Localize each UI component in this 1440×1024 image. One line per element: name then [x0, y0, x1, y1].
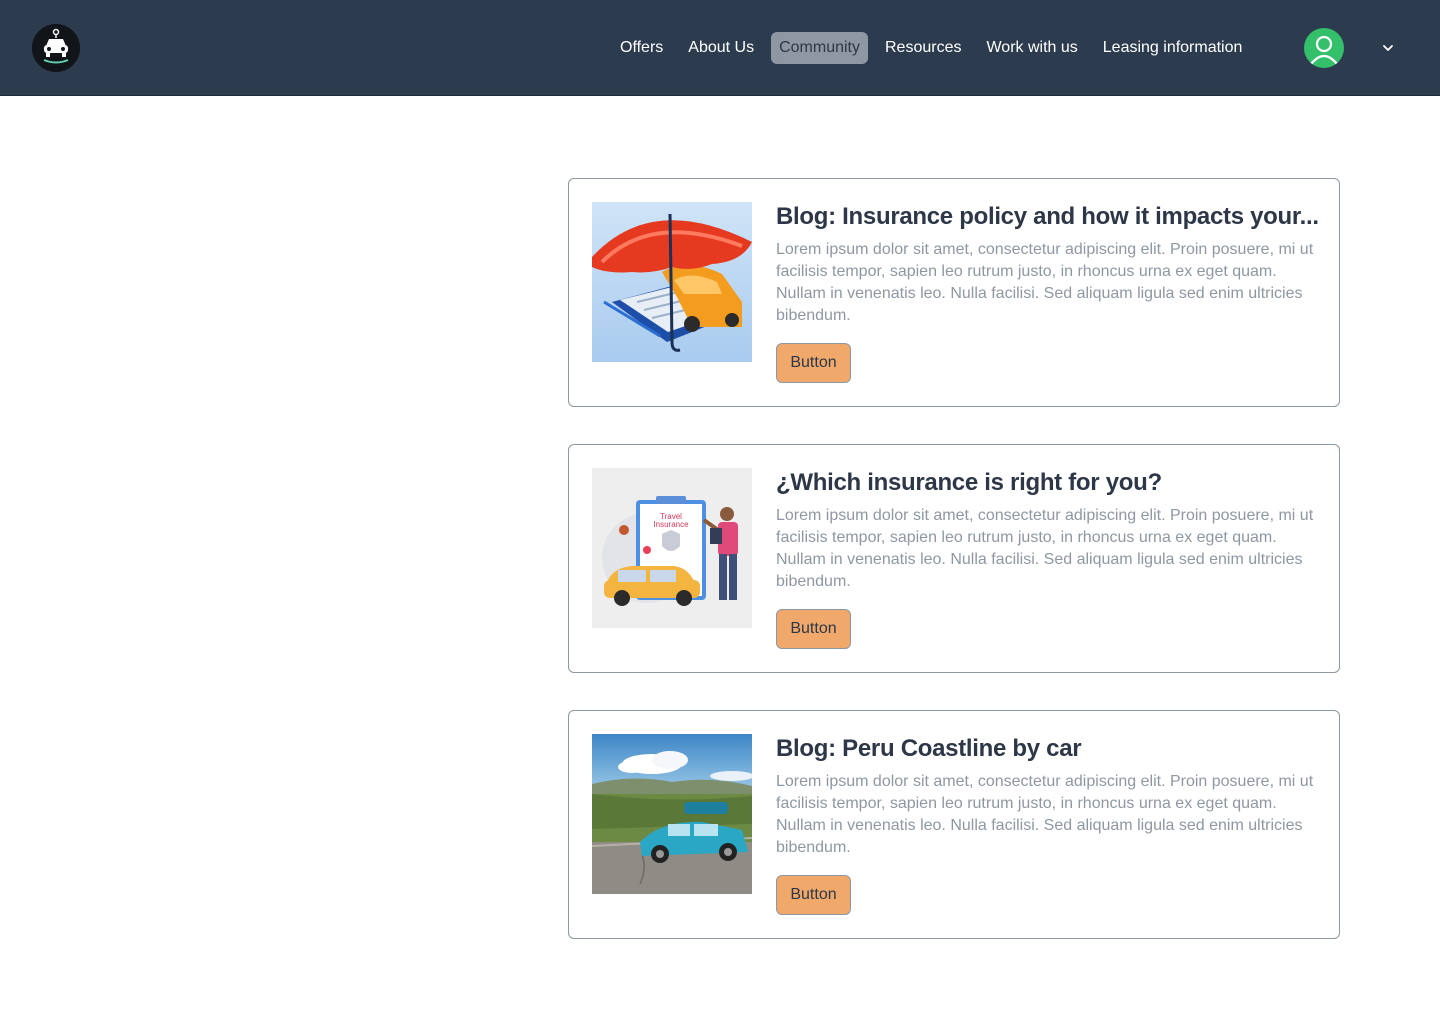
- user-avatar-icon[interactable]: [1304, 28, 1344, 68]
- blog-card: Blog: Peru Coastline by car Lorem ipsum …: [568, 710, 1340, 939]
- card-button[interactable]: Button: [776, 609, 851, 649]
- card-title: ¿Which insurance is right for you?: [776, 469, 1162, 496]
- card-description: Lorem ipsum dolor sit amet, consectetur …: [776, 241, 1314, 324]
- chevron-down-icon[interactable]: [1380, 40, 1396, 56]
- card-title: Blog: Insurance policy and how it impact…: [776, 203, 1319, 230]
- card-title: Blog: Peru Coastline by car: [776, 735, 1082, 762]
- card-description: Lorem ipsum dolor sit amet, consectetur …: [776, 507, 1314, 590]
- car-logo-icon[interactable]: [32, 24, 80, 72]
- nav-resources[interactable]: Resources: [877, 32, 969, 64]
- nav-community[interactable]: Community: [771, 32, 868, 64]
- card-button[interactable]: Button: [776, 343, 851, 383]
- card-button[interactable]: Button: [776, 875, 851, 915]
- nav-about-us[interactable]: About Us: [680, 32, 762, 64]
- umbrella-car-insurance-illustration: [592, 202, 752, 362]
- nav-offers[interactable]: Offers: [612, 32, 671, 64]
- nav-work-with-us[interactable]: Work with us: [978, 32, 1085, 64]
- blog-card: Travel Insurance ¿Which insurance is rig…: [568, 444, 1340, 673]
- blue-car-road-photo: [592, 734, 752, 894]
- nav-leasing-information[interactable]: Leasing information: [1095, 32, 1251, 64]
- card-description: Lorem ipsum dolor sit amet, consectetur …: [776, 773, 1314, 856]
- top-navbar: Offers About Us Community Resources Work…: [0, 0, 1440, 96]
- main-nav: Offers About Us Community Resources Work…: [612, 32, 1250, 64]
- blog-card: Blog: Insurance policy and how it impact…: [568, 178, 1340, 407]
- svg-text:Insurance: Insurance: [653, 520, 689, 529]
- travel-insurance-illustration: Travel Insurance: [592, 468, 752, 628]
